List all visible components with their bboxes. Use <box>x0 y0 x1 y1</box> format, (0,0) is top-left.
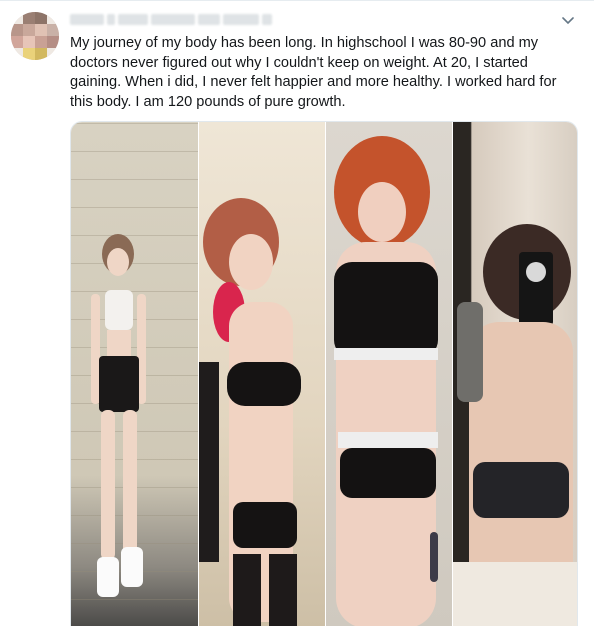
tweet-text: My journey of my body has been long. In … <box>70 35 557 110</box>
author-name-redacted <box>70 11 280 27</box>
tweet-card[interactable]: My journey of my body has been long. In … <box>0 0 594 626</box>
photo-3[interactable] <box>325 122 452 626</box>
person-photo-figure <box>453 224 577 626</box>
tweet-media[interactable] <box>70 121 578 626</box>
chevron-down-icon <box>562 17 574 25</box>
avatar[interactable] <box>11 12 59 60</box>
person-photo-figure <box>334 136 438 626</box>
photo-1[interactable] <box>71 122 198 626</box>
person-photo-figure <box>199 198 301 626</box>
photo-2[interactable] <box>198 122 325 626</box>
person-photo-figure <box>91 234 146 597</box>
photo-4[interactable] <box>452 122 577 626</box>
tweet-menu-button[interactable] <box>558 13 578 29</box>
